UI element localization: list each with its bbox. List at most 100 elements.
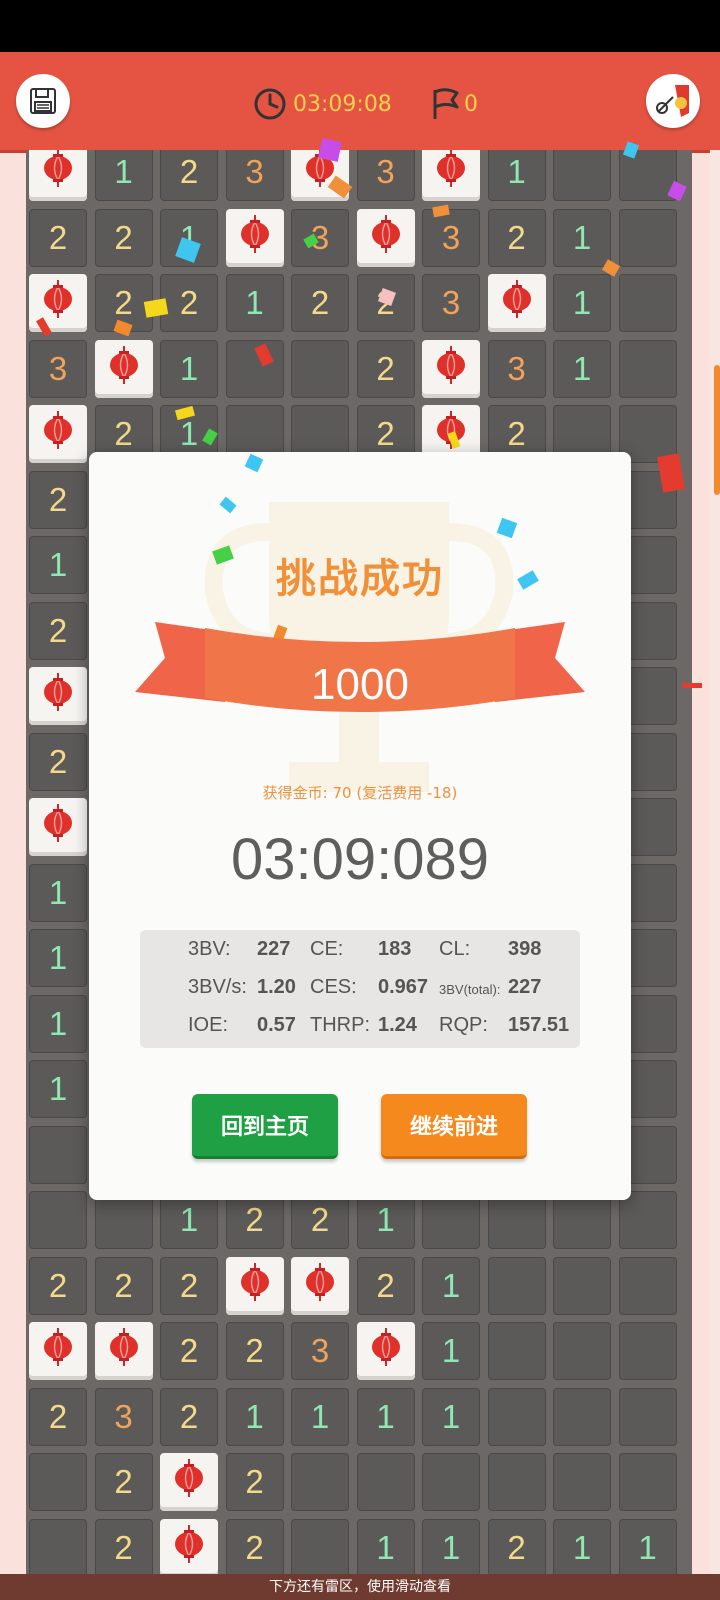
board-cell[interactable] [487, 1256, 546, 1315]
board-cell[interactable]: 2 [291, 274, 349, 332]
board-cell[interactable]: 1 [553, 339, 611, 398]
board-cell[interactable] [356, 1322, 415, 1380]
board-cell[interactable] [618, 274, 677, 332]
board-cell[interactable]: 3 [29, 339, 87, 398]
board-cell[interactable] [553, 150, 611, 201]
board-cell[interactable]: 3 [422, 274, 480, 332]
board-cell[interactable]: 1 [422, 1322, 480, 1380]
board-cell[interactable] [422, 150, 480, 201]
board-cell[interactable]: 3 [94, 1387, 153, 1446]
board-cell[interactable]: 1 [29, 994, 87, 1053]
board-cell[interactable]: 3 [291, 1322, 349, 1380]
board-cell[interactable] [356, 208, 415, 267]
board-cell[interactable]: 3 [487, 339, 546, 398]
board-cell[interactable]: 2 [94, 208, 153, 267]
board-cell[interactable] [29, 1453, 87, 1511]
board-cell[interactable]: 1 [356, 1518, 415, 1574]
board-cell[interactable] [94, 1322, 153, 1380]
board-cell[interactable]: 2 [29, 732, 87, 791]
board-cell[interactable] [29, 798, 87, 856]
board-cell[interactable] [160, 1518, 218, 1574]
board-cell[interactable]: 1 [291, 1387, 349, 1446]
board-cell[interactable]: 1 [29, 536, 87, 594]
board-cell[interactable]: 2 [160, 274, 218, 332]
board-cell[interactable] [29, 667, 87, 725]
board-cell[interactable] [618, 1256, 677, 1315]
board-cell[interactable]: 3 [422, 208, 480, 267]
board-cell[interactable] [487, 1453, 546, 1511]
scrollbar[interactable] [714, 365, 720, 495]
board-cell[interactable]: 2 [29, 208, 87, 267]
board-cell[interactable]: 2 [225, 1322, 284, 1380]
board-cell[interactable]: 1 [225, 1387, 284, 1446]
board-cell[interactable]: 1 [29, 929, 87, 987]
board-cell[interactable]: 2 [94, 1256, 153, 1315]
board-cell[interactable] [618, 1191, 677, 1249]
board-cell[interactable]: 3 [291, 208, 349, 267]
board-cell[interactable] [291, 1518, 349, 1574]
board-cell[interactable]: 1 [29, 863, 87, 922]
board-cell[interactable]: 3 [225, 150, 284, 201]
board-cell[interactable] [422, 1453, 480, 1511]
board-cell[interactable]: 1 [553, 208, 611, 267]
board-cell[interactable] [487, 1387, 546, 1446]
board-cell[interactable]: 2 [356, 339, 415, 398]
board-cell[interactable]: 2 [94, 1453, 153, 1511]
board-cell[interactable] [553, 1322, 611, 1380]
board-cell[interactable]: 2 [29, 601, 87, 660]
board-cell[interactable] [553, 1453, 611, 1511]
board-cell[interactable]: 2 [29, 1387, 87, 1446]
board-cell[interactable]: 1 [29, 1060, 87, 1118]
board-cell[interactable]: 2 [160, 1256, 218, 1315]
board-cell[interactable] [225, 208, 284, 267]
board-cell[interactable]: 2 [29, 1256, 87, 1315]
board-cell[interactable]: 2 [356, 1256, 415, 1315]
board-cell[interactable] [618, 1322, 677, 1380]
board-cell[interactable] [29, 150, 87, 201]
board-cell[interactable]: 2 [160, 150, 218, 201]
board-cell[interactable]: 2 [487, 208, 546, 267]
board-cell[interactable] [29, 1322, 87, 1380]
board-cell[interactable] [29, 1518, 87, 1574]
board-cell[interactable]: 1 [422, 1518, 480, 1574]
board-cell[interactable] [487, 274, 546, 332]
board-cell[interactable] [487, 1322, 546, 1380]
board-cell[interactable] [618, 1387, 677, 1446]
board-cell[interactable]: 1 [225, 274, 284, 332]
board-cell[interactable]: 2 [225, 1453, 284, 1511]
board-cell[interactable] [422, 339, 480, 398]
save-button[interactable] [16, 74, 70, 128]
board-cell[interactable] [553, 1387, 611, 1446]
board-cell[interactable]: 1 [553, 274, 611, 332]
continue-button[interactable]: 继续前进 [381, 1094, 527, 1159]
board-cell[interactable]: 1 [356, 1387, 415, 1446]
board-cell[interactable]: 1 [553, 1518, 611, 1574]
board-cell[interactable]: 2 [487, 1518, 546, 1574]
board-cell[interactable]: 1 [94, 150, 153, 201]
board-cell[interactable] [618, 1453, 677, 1511]
home-button[interactable]: 回到主页 [192, 1094, 338, 1159]
board-cell[interactable] [618, 208, 677, 267]
board-cell[interactable]: 2 [94, 1518, 153, 1574]
board-cell[interactable] [618, 339, 677, 398]
board-cell[interactable]: 3 [356, 150, 415, 201]
board-cell[interactable] [94, 339, 153, 398]
board-cell[interactable] [291, 1453, 349, 1511]
board-cell[interactable] [29, 405, 87, 463]
board-cell[interactable] [29, 1191, 87, 1249]
gift-button[interactable] [646, 74, 700, 128]
board-cell[interactable]: 1 [487, 150, 546, 201]
board-cell[interactable]: 1 [160, 339, 218, 398]
board-cell[interactable]: 1 [422, 1256, 480, 1315]
board-cell[interactable]: 2 [160, 1387, 218, 1446]
board-cell[interactable]: 2 [29, 470, 87, 529]
board-cell[interactable]: 1 [618, 1518, 677, 1574]
board-cell[interactable] [291, 1256, 349, 1315]
board-cell[interactable]: 2 [160, 1322, 218, 1380]
board-cell[interactable] [160, 1453, 218, 1511]
board-cell[interactable]: 1 [422, 1387, 480, 1446]
board-cell[interactable] [225, 1256, 284, 1315]
board-cell[interactable] [291, 339, 349, 398]
board-cell[interactable] [553, 1256, 611, 1315]
board-cell[interactable]: 2 [225, 1518, 284, 1574]
